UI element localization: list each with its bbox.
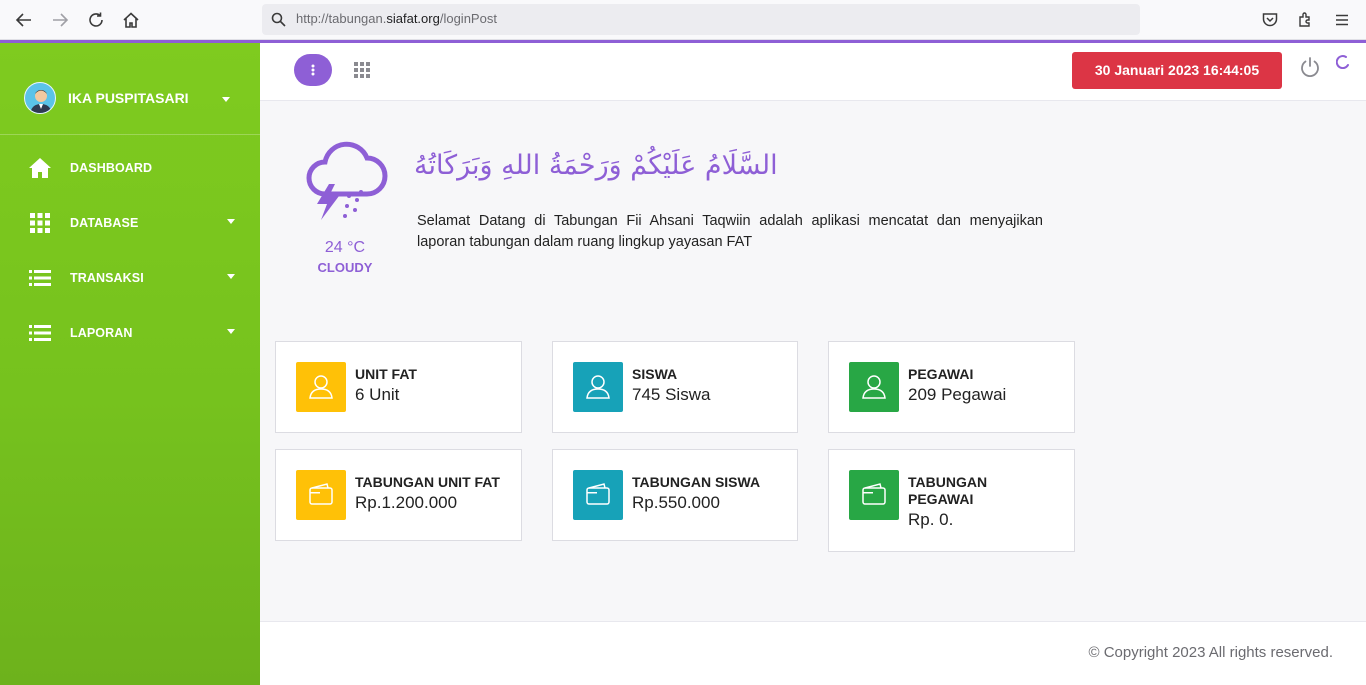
card-unit-fat[interactable]: UNIT FAT 6 Unit: [275, 341, 522, 433]
browser-toolbar: http://tabungan.siafat.org/loginPost: [0, 0, 1366, 40]
copyright-text: © Copyright 2023 All rights reserved.: [1088, 644, 1333, 661]
grid-icon: [30, 213, 50, 233]
list-icon: [29, 325, 51, 341]
url-text: http://tabungan.siafat.org/loginPost: [296, 11, 497, 26]
sidebar-item-laporan[interactable]: LAPORAN: [0, 312, 260, 352]
sidebar-item-label: DASHBOARD: [70, 161, 153, 175]
user-name: IKA PUSPITASARI: [68, 90, 189, 106]
card-tabungan-pegawai[interactable]: TABUNGAN PEGAWAI Rp. 0.: [828, 449, 1075, 552]
wallet-icon: [862, 483, 886, 505]
home-icon: [29, 158, 51, 178]
footer: © Copyright 2023 All rights reserved.: [260, 621, 1366, 685]
card-value: 6 Unit: [355, 385, 400, 404]
weather-description: CLOUDY: [317, 260, 373, 275]
home-icon[interactable]: [119, 8, 143, 32]
card-title: UNIT FAT: [355, 366, 417, 382]
card-value: Rp.550.000: [632, 493, 720, 512]
power-icon[interactable]: [1299, 56, 1321, 78]
card-value: 745 Siswa: [632, 385, 711, 404]
card-icon-box: [296, 470, 346, 520]
card-title: TABUNGAN PEGAWAI: [908, 474, 988, 507]
card-title: TABUNGAN SISWA: [632, 474, 761, 490]
more-options-button[interactable]: [294, 54, 332, 86]
card-tabungan-unit-fat[interactable]: TABUNGAN UNIT FAT Rp.1.200.000: [275, 449, 522, 541]
avatar: [24, 82, 56, 114]
weather-temperature: 24 °C: [324, 239, 366, 256]
sidebar-item-database[interactable]: DATABASE: [0, 202, 260, 242]
card-value: Rp. 0.: [908, 510, 954, 529]
back-icon[interactable]: [12, 8, 36, 32]
sidebar-item-transaksi[interactable]: TRANSAKSI: [0, 257, 260, 297]
card-icon-box: [849, 470, 899, 520]
card-title: PEGAWAI: [908, 366, 974, 382]
chevron-down-icon: [222, 97, 230, 102]
card-icon-box: [573, 470, 623, 520]
pocket-icon[interactable]: [1258, 8, 1282, 32]
card-value: 209 Pegawai: [908, 385, 1007, 404]
menu-icon[interactable]: [1330, 8, 1354, 32]
card-icon-box: [296, 362, 346, 412]
sidebar-item-label: TRANSAKSI: [70, 271, 144, 285]
chevron-down-icon: [227, 274, 235, 279]
address-bar[interactable]: http://tabungan.siafat.org/loginPost: [262, 4, 1140, 35]
user-icon: [862, 375, 886, 399]
card-pegawai[interactable]: PEGAWAI 209 Pegawai: [828, 341, 1075, 433]
greeting-arabic: السَّلَامُ عَلَيْكُمْ وَرَحْمَةُ اللهِ و…: [414, 150, 778, 181]
user-profile[interactable]: IKA PUSPITASARI: [0, 61, 260, 135]
user-icon: [586, 375, 610, 399]
sidebar-item-label: LAPORAN: [70, 326, 133, 340]
apps-grid-icon[interactable]: [354, 62, 370, 78]
card-siswa[interactable]: SISWA 745 Siswa: [552, 341, 798, 433]
card-icon-box: [573, 362, 623, 412]
sidebar: IKA PUSPITASARI DASHBOARD DATABASE TRANS…: [0, 43, 260, 685]
card-icon-box: [849, 362, 899, 412]
topbar: 30 Januari 2023 16:44:05: [260, 43, 1366, 101]
welcome-text: Selamat Datang di Tabungan Fii Ahsani Ta…: [417, 213, 1043, 250]
chevron-down-icon: [227, 219, 235, 224]
list-icon: [29, 270, 51, 286]
wallet-icon: [309, 483, 333, 505]
forward-icon[interactable]: [48, 8, 72, 32]
wallet-icon: [586, 483, 610, 505]
card-title: SISWA: [632, 366, 678, 382]
weather-storm-icon: [306, 141, 388, 220]
sidebar-item-label: DATABASE: [70, 216, 139, 230]
card-value: Rp.1.200.000: [355, 493, 458, 512]
extensions-icon[interactable]: [1294, 8, 1318, 32]
reload-icon[interactable]: [84, 8, 108, 32]
card-title: TABUNGAN UNIT FAT: [355, 474, 500, 490]
user-icon: [309, 375, 333, 399]
kebab-icon: [311, 64, 315, 76]
datetime-badge: 30 Januari 2023 16:44:05: [1072, 52, 1282, 89]
loading-spinner-icon: [1336, 55, 1349, 69]
sidebar-item-dashboard[interactable]: DASHBOARD: [0, 147, 260, 187]
chevron-down-icon: [227, 329, 235, 334]
search-icon: [271, 12, 286, 27]
card-tabungan-siswa[interactable]: TABUNGAN SISWA Rp.550.000: [552, 449, 798, 541]
